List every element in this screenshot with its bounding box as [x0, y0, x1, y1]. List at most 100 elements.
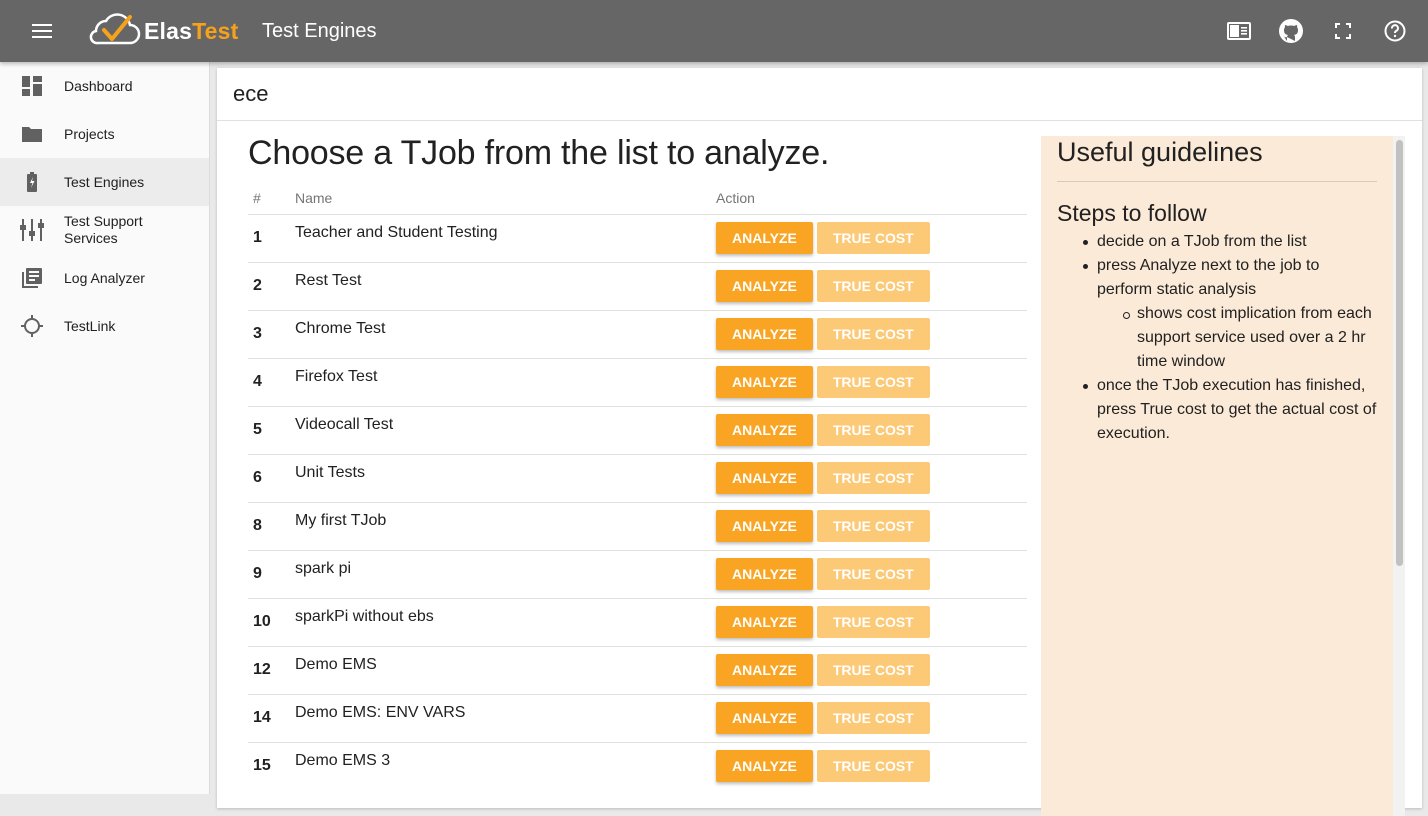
tjob-name: Rest Test — [295, 261, 716, 310]
docs-button[interactable] — [1226, 18, 1252, 44]
true-cost-button[interactable]: TRUE COST — [816, 510, 930, 542]
logo-text-test: Test — [192, 17, 239, 44]
github-icon — [1279, 19, 1303, 43]
tjob-actions: ANALYZE TRUE COST — [716, 501, 1027, 550]
true-cost-button[interactable]: TRUE COST — [816, 462, 930, 494]
tjob-id: 14 — [248, 693, 295, 742]
tjob-name: Demo EMS — [295, 645, 716, 694]
book-icon — [1227, 22, 1251, 40]
logo-text-elas: Elas — [144, 17, 193, 44]
tjob-id: 4 — [248, 357, 295, 406]
page-title: Test Engines — [262, 19, 377, 42]
tjob-actions: ANALYZE TRUE COST — [716, 357, 1027, 406]
guidelines-panel: Useful guidelines Steps to follow decide… — [1041, 136, 1393, 816]
tjob-name: Chrome Test — [295, 309, 716, 358]
toolbar-actions — [1226, 0, 1408, 62]
table-row: 15 Demo EMS 3 ANALYZE TRUE COST — [248, 741, 1027, 790]
card-header: ece — [217, 68, 1422, 121]
tjob-list-section: Choose a TJob from the list to analyze. … — [248, 134, 1028, 790]
tjob-name: Videocall Test — [295, 405, 716, 454]
analyze-button[interactable]: ANALYZE — [716, 366, 813, 398]
tjob-id: 3 — [248, 309, 295, 358]
tjob-actions: ANALYZE TRUE COST — [716, 693, 1027, 742]
step-item: decide on a TJob from the list — [1081, 230, 1377, 254]
table-row: 9 spark pi ANALYZE TRUE COST — [248, 549, 1027, 598]
github-button[interactable] — [1278, 18, 1304, 44]
sidebar-item-test-engines[interactable]: Test Engines — [0, 158, 209, 206]
sidebar-item-test-support-services[interactable]: Test Support Services — [0, 206, 209, 254]
scrollbar-thumb[interactable] — [1396, 140, 1403, 566]
sliders-icon — [0, 219, 64, 241]
table-row: 2 Rest Test ANALYZE TRUE COST — [248, 261, 1027, 310]
tjob-id: 9 — [248, 549, 295, 598]
analyze-button[interactable]: ANALYZE — [716, 222, 813, 254]
tjob-id: 15 — [248, 741, 295, 790]
library-books-icon — [0, 268, 64, 288]
true-cost-button[interactable]: TRUE COST — [816, 750, 930, 783]
table-row: 8 My first TJob ANALYZE TRUE COST — [248, 501, 1027, 550]
menu-button[interactable] — [0, 0, 84, 62]
tjob-id: 10 — [248, 597, 295, 646]
sidebar-item-testlink[interactable]: TestLink — [0, 302, 209, 350]
sidebar-item-label: Test Support Services — [64, 213, 143, 246]
top-app-bar: ElasTest Test Engines — [0, 0, 1428, 62]
true-cost-button[interactable]: TRUE COST — [816, 702, 930, 734]
help-button[interactable] — [1382, 18, 1408, 44]
main-heading: Choose a TJob from the list to analyze. — [248, 134, 830, 172]
dashboard-icon — [0, 76, 64, 96]
true-cost-button[interactable]: TRUE COST — [816, 654, 930, 686]
true-cost-button[interactable]: TRUE COST — [816, 318, 930, 350]
tjob-id: 1 — [248, 213, 295, 262]
sidebar-item-label: Dashboard — [64, 77, 133, 94]
true-cost-button[interactable]: TRUE COST — [816, 222, 930, 254]
analyze-button[interactable]: ANALYZE — [716, 750, 813, 783]
tjob-name: My first TJob — [295, 501, 716, 550]
true-cost-button[interactable]: TRUE COST — [816, 606, 930, 638]
analyze-button[interactable]: ANALYZE — [716, 654, 813, 686]
step-item: press Analyze next to the job to perform… — [1081, 254, 1377, 302]
tjob-actions: ANALYZE TRUE COST — [716, 405, 1027, 454]
main-card: ece Choose a TJob from the list to analy… — [217, 68, 1422, 816]
analyze-button[interactable]: ANALYZE — [716, 414, 813, 446]
sidebar-item-label: Projects — [64, 125, 115, 142]
sub-step-item: shows cost implication from each support… — [1121, 302, 1377, 374]
table-row: 10 sparkPi without ebs ANALYZE TRUE COST — [248, 597, 1027, 646]
analyze-button[interactable]: ANALYZE — [716, 606, 813, 638]
sidebar-item-projects[interactable]: Projects — [0, 110, 209, 158]
menu-icon — [32, 24, 52, 38]
step-item: once the TJob execution has finished, pr… — [1081, 374, 1377, 446]
true-cost-button[interactable]: TRUE COST — [816, 270, 930, 302]
tjob-actions: ANALYZE TRUE COST — [716, 645, 1027, 694]
tjob-actions: ANALYZE TRUE COST — [716, 597, 1027, 646]
tjob-name: Teacher and Student Testing — [295, 213, 716, 262]
tjob-id: 5 — [248, 405, 295, 454]
true-cost-button[interactable]: TRUE COST — [816, 366, 930, 398]
table-header-row: # Name Action — [248, 188, 1027, 214]
guidelines-subtitle: Steps to follow — [1057, 200, 1207, 226]
tjob-id: 8 — [248, 501, 295, 550]
sidebar-item-dashboard[interactable]: Dashboard — [0, 62, 209, 110]
tjob-actions: ANALYZE TRUE COST — [716, 213, 1027, 262]
analyze-button[interactable]: ANALYZE — [716, 270, 813, 302]
elastest-logo[interactable]: ElasTest — [84, 13, 262, 49]
tjob-table: # Name Action 1 Teacher and Student Testi… — [248, 188, 1027, 790]
tjob-actions: ANALYZE TRUE COST — [716, 453, 1027, 502]
guidelines-scrollbar[interactable] — [1393, 136, 1405, 816]
true-cost-button[interactable]: TRUE COST — [816, 558, 930, 590]
table-row: 1 Teacher and Student Testing ANALYZE TRUE … — [248, 213, 1027, 262]
tjob-name: sparkPi without ebs — [295, 597, 716, 646]
analyze-button[interactable]: ANALYZE — [716, 318, 813, 350]
table-row: 12 Demo EMS ANALYZE TRUE COST — [248, 645, 1027, 694]
analyze-button[interactable]: ANALYZE — [716, 510, 813, 542]
analyze-button[interactable]: ANALYZE — [716, 462, 813, 494]
column-header-name: Name — [295, 190, 333, 206]
analyze-button[interactable]: ANALYZE — [716, 558, 813, 590]
sidebar-item-log-analyzer[interactable]: Log Analyzer — [0, 254, 209, 302]
true-cost-button[interactable]: TRUE COST — [816, 414, 930, 446]
tjob-name: spark pi — [295, 549, 716, 598]
analyze-button[interactable]: ANALYZE — [716, 702, 813, 734]
table-row: 5 Videocall Test ANALYZE TRUE COST — [248, 405, 1027, 454]
help-icon — [1384, 20, 1406, 42]
fullscreen-button[interactable] — [1330, 18, 1356, 44]
table-row: 14 Demo EMS: ENV VARS ANALYZE TRUE COST — [248, 693, 1027, 742]
